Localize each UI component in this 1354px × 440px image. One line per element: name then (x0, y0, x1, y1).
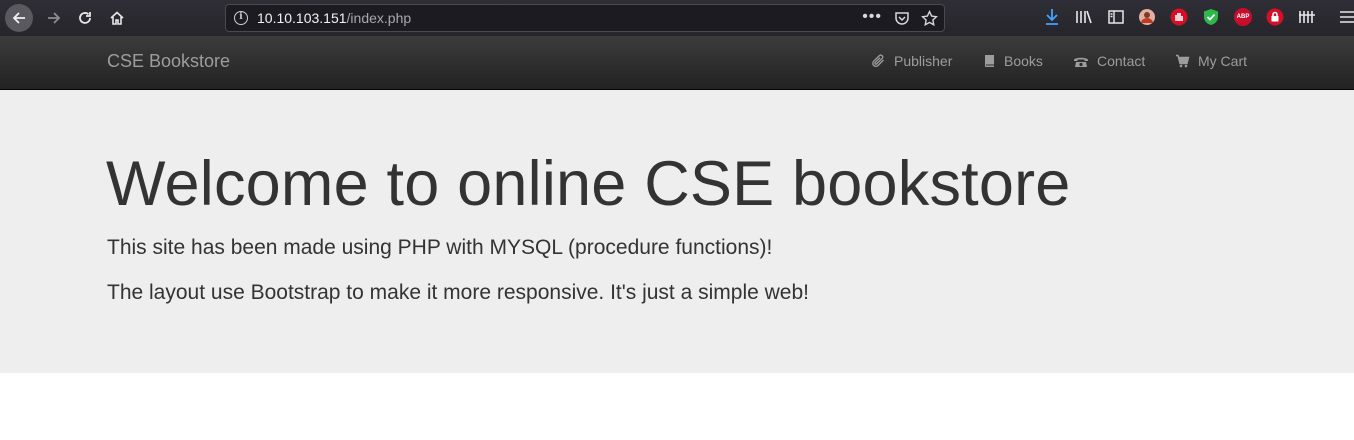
home-button[interactable] (103, 4, 131, 32)
shield-icon[interactable] (1201, 6, 1221, 28)
reload-icon (79, 12, 91, 24)
menu-icon[interactable] (1337, 6, 1354, 28)
intro-line-1: This site has been made using PHP with M… (107, 236, 773, 259)
forward-icon (48, 12, 61, 24)
site-navbar: CSE Bookstore Publisher Books Contact My… (0, 36, 1354, 90)
nav-contact[interactable]: Contact (1073, 53, 1145, 69)
page-actions-more-button[interactable]: ••• (862, 8, 882, 26)
nav-books[interactable]: Books (983, 53, 1043, 69)
adblock-plus-icon[interactable]: ABP (1233, 6, 1253, 28)
pocket-icon[interactable] (894, 10, 910, 31)
back-icon (12, 12, 25, 24)
url-host: 10.10.103.151 (257, 10, 347, 26)
forward-button[interactable] (40, 4, 68, 32)
nav-my-cart[interactable]: My Cart (1175, 53, 1247, 69)
phone-icon (1073, 55, 1089, 68)
nav-books-label: Books (1004, 53, 1043, 69)
profile-icon[interactable] (1137, 6, 1157, 28)
intro-line-2: The layout use Bootstrap to make it more… (107, 281, 809, 304)
home-icon (110, 11, 124, 25)
page-title: Welcome to online CSE bookstore (106, 149, 1071, 219)
block-icon[interactable] (1169, 6, 1189, 28)
book-icon (983, 54, 996, 68)
reload-button[interactable] (71, 4, 99, 32)
nav-contact-label: Contact (1097, 53, 1146, 69)
sidebar-icon[interactable] (1106, 6, 1126, 28)
tracker-icon[interactable] (1297, 6, 1317, 28)
download-icon[interactable] (1042, 6, 1062, 28)
brand-link[interactable]: CSE Bookstore (107, 51, 230, 72)
nav-publisher[interactable]: Publisher (871, 53, 952, 69)
url-text[interactable]: 10.10.103.151/index.php (257, 10, 411, 26)
paperclip-icon (871, 54, 886, 68)
nav-my-cart-label: My Cart (1198, 53, 1247, 69)
jumbotron: Welcome to online CSE bookstore This sit… (0, 90, 1354, 373)
library-icon[interactable] (1074, 6, 1094, 28)
bookmark-star-icon[interactable] (921, 9, 938, 32)
address-bar[interactable]: i 10.10.103.151/index.php ••• (225, 4, 945, 32)
lock-extension-icon[interactable] (1265, 6, 1285, 28)
adblock-plus-badge: ABP (1234, 8, 1252, 26)
url-path: /index.php (346, 10, 412, 26)
back-button[interactable] (5, 4, 33, 32)
cart-icon (1175, 54, 1190, 68)
nav-publisher-label: Publisher (894, 53, 953, 69)
info-icon[interactable]: i (234, 11, 248, 25)
browser-toolbar: i 10.10.103.151/index.php ••• ABP (0, 0, 1354, 36)
